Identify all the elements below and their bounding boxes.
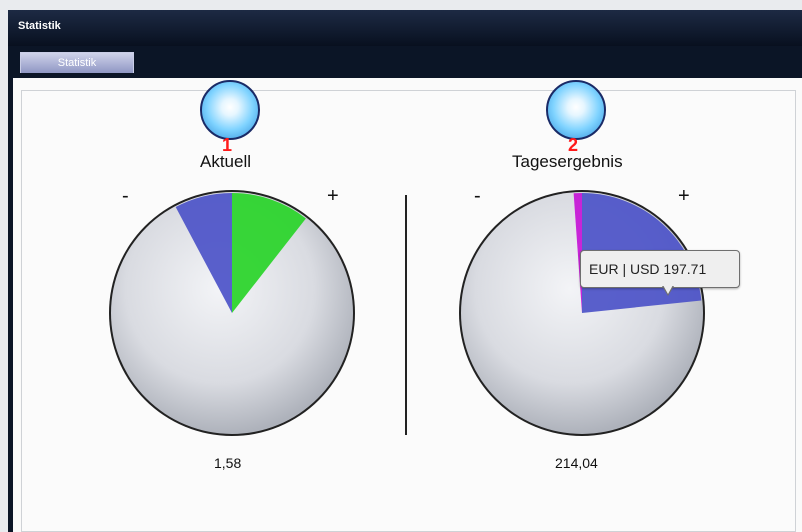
value-tagesergebnis: 214,04 [555, 455, 598, 471]
chart-title-tagesergebnis: Tagesergebnis [512, 152, 623, 171]
plus-label-right: + [678, 185, 690, 207]
minus-label-left: - [122, 185, 129, 207]
tooltip-arrow-fill [663, 285, 673, 294]
minus-label-right: - [474, 185, 481, 207]
pie-chart-tagesergebnis [459, 190, 705, 436]
plus-label-left: + [327, 185, 339, 207]
pie-chart-aktuell [109, 190, 355, 436]
marker-circle-2 [546, 80, 606, 140]
marker-circle-1 [200, 80, 260, 140]
value-aktuell: 1,58 [214, 455, 242, 471]
chart-divider [405, 195, 407, 435]
chart-title-aktuell: Aktuell [200, 152, 252, 171]
tooltip-text: EUR | USD 197.71 [589, 261, 707, 277]
tooltip: EUR | USD 197.71 [580, 250, 740, 288]
